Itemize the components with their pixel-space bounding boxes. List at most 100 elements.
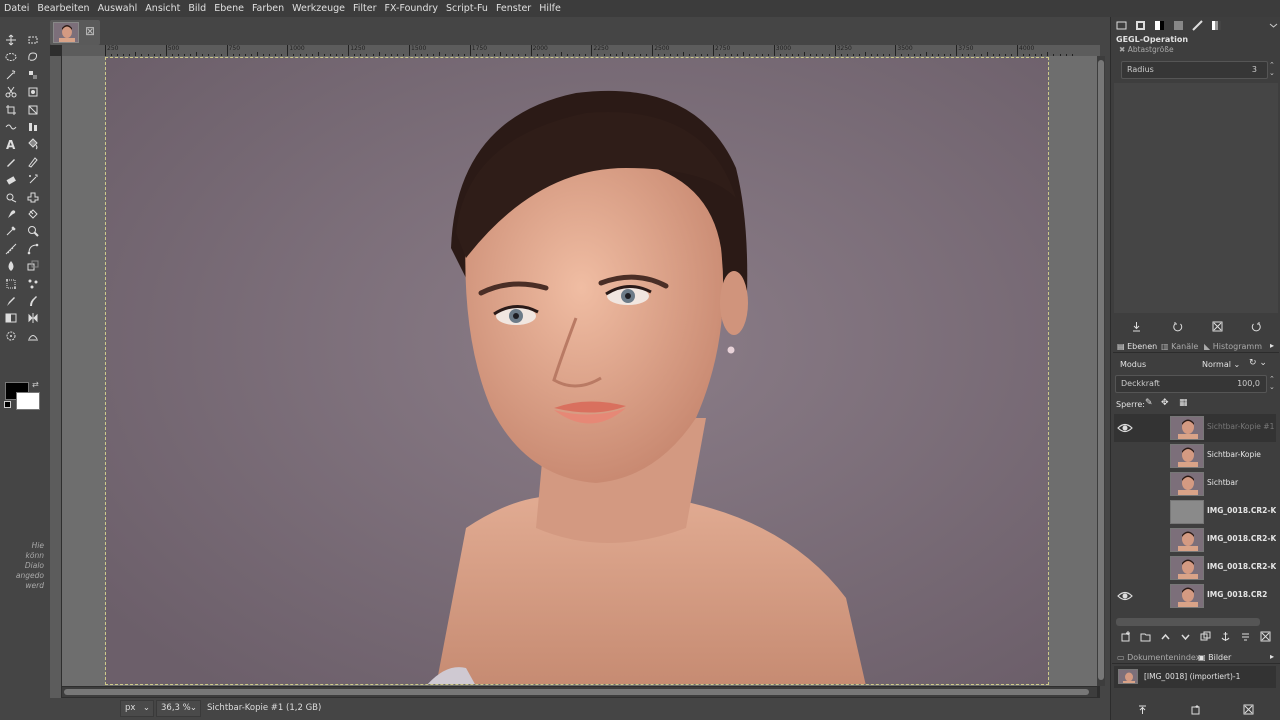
opacity-stepper[interactable]: ⌃ ⌄ <box>1269 375 1275 391</box>
visibility-toggle[interactable] <box>1117 476 1133 492</box>
foreground-select-tool-icon[interactable] <box>26 85 40 99</box>
menu-auswahl[interactable]: Auswahl <box>94 0 142 17</box>
swap-colors-icon[interactable]: ⇄ <box>32 380 39 389</box>
ellipse-select-tool-icon[interactable] <box>4 50 18 64</box>
eraser-tool-icon[interactable] <box>4 172 18 186</box>
seamless-clone-tool-icon[interactable] <box>26 329 40 343</box>
ink-tool-icon[interactable] <box>4 294 18 308</box>
close-tab-icon[interactable]: ⊠ <box>85 24 95 38</box>
menu-fx-foundry[interactable]: FX-Foundry <box>381 0 442 17</box>
free-select-tool-icon[interactable] <box>26 50 40 64</box>
chain-toggle[interactable] <box>1141 504 1157 520</box>
merge-layer-icon[interactable] <box>1237 629 1253 643</box>
visibility-toggle[interactable] <box>1117 560 1133 576</box>
image-tab[interactable]: ⊠ <box>50 20 100 45</box>
reset-options-icon[interactable] <box>1248 319 1264 333</box>
menu-fenster[interactable]: Fenster <box>492 0 535 17</box>
lock-position-icon[interactable]: ✥ <box>1161 398 1169 408</box>
menu-werkzeuge[interactable]: Werkzeuge <box>288 0 349 17</box>
delete-options-icon[interactable] <box>1209 319 1225 333</box>
zoom-tool-icon[interactable] <box>26 224 40 238</box>
unified-transform-tool-icon[interactable] <box>26 103 40 117</box>
new-layer-group-icon[interactable] <box>1137 629 1153 643</box>
layer-row[interactable]: Sichtbar-Kopie #1 <box>1114 414 1276 442</box>
select-by-color-tool-icon[interactable] <box>26 68 40 82</box>
fuzzy-select-tool-icon[interactable] <box>4 68 18 82</box>
menu-filter[interactable]: Filter <box>349 0 381 17</box>
delete-layer-icon[interactable] <box>1257 629 1273 643</box>
chain-toggle[interactable] <box>1141 560 1157 576</box>
visibility-toggle[interactable] <box>1117 448 1133 464</box>
gradient-tool-icon[interactable] <box>4 311 18 325</box>
tab-layers[interactable]: ▤ Ebenen <box>1117 342 1157 351</box>
chain-toggle[interactable] <box>1141 420 1157 436</box>
move-tool-icon[interactable] <box>4 33 18 47</box>
menu-bearbeiten[interactable]: Bearbeiten <box>33 0 93 17</box>
text-tool-icon[interactable]: A <box>4 137 18 151</box>
dodge-tool-icon[interactable] <box>26 207 40 221</box>
menu-ansicht[interactable]: Ansicht <box>141 0 184 17</box>
blur-tool-icon[interactable] <box>4 259 18 273</box>
zoom-selector[interactable]: 36,3 % ⌄ <box>156 700 201 717</box>
layer-row[interactable]: Sichtbar-Kopie <box>1114 442 1276 470</box>
n-point-deformation-tool-icon[interactable] <box>4 329 18 343</box>
device-status-tab-icon[interactable] <box>1133 19 1148 32</box>
duplicate-layer-icon[interactable] <box>1197 629 1213 643</box>
handle-transform-tool-icon[interactable] <box>26 277 40 291</box>
close-icon[interactable]: ✖ <box>1119 45 1125 54</box>
undo-history-tab-icon[interactable] <box>1152 19 1167 32</box>
myPaint-brush-tool-icon[interactable] <box>26 294 40 308</box>
save-options-icon[interactable] <box>1128 319 1144 333</box>
chain-toggle[interactable] <box>1141 476 1157 492</box>
scissors-tool-icon[interactable] <box>4 85 18 99</box>
perspective-clone-tool-icon[interactable] <box>26 259 40 273</box>
rect-select-tool-icon[interactable] <box>26 33 40 47</box>
paths-tool-icon[interactable] <box>26 242 40 256</box>
heal-tool-icon[interactable] <box>26 190 40 204</box>
eye-icon[interactable] <box>1117 420 1133 436</box>
restore-options-icon[interactable] <box>1169 319 1185 333</box>
lock-alpha-icon[interactable]: ▦ <box>1179 398 1188 408</box>
layer-row[interactable]: IMG_0018.CR2-Kopie <box>1114 554 1276 582</box>
unit-selector[interactable]: px ⌄ <box>120 700 154 717</box>
layer-row[interactable]: IMG_0018.CR2-Kopie <box>1114 526 1276 554</box>
tool-options-tab-icon[interactable] <box>1114 19 1129 32</box>
bucket-fill-tool-icon[interactable] <box>26 137 40 151</box>
airbrush-tool-icon[interactable] <box>26 172 40 186</box>
cage-tool-icon[interactable] <box>4 277 18 291</box>
layers-scrollbar[interactable] <box>1116 618 1260 626</box>
align-tool-icon[interactable] <box>26 120 40 134</box>
radius-stepper[interactable]: ⌃ ⌄ <box>1269 61 1275 77</box>
flip-tool-icon[interactable] <box>26 311 40 325</box>
tab-channels[interactable]: ▥ Kanäle <box>1161 342 1198 351</box>
menu-script-fu[interactable]: Script-Fu <box>442 0 492 17</box>
new-layer-icon[interactable] <box>1117 629 1133 643</box>
layer-row[interactable]: IMG_0018.CR2 <box>1114 582 1276 610</box>
chain-toggle[interactable] <box>1141 588 1157 604</box>
lock-pixels-icon[interactable]: ✎ <box>1145 398 1153 408</box>
vertical-scrollbar[interactable] <box>1097 56 1105 686</box>
image-list-item[interactable]: [IMG_0018] (importiert)-1 <box>1114 666 1276 688</box>
visibility-toggle[interactable] <box>1117 532 1133 548</box>
menu-farben[interactable]: Farben <box>248 0 288 17</box>
tab-histogram[interactable]: ◣ Histogramm <box>1204 342 1262 351</box>
panel-menu-icon[interactable]: ▸ <box>1270 341 1274 350</box>
patterns-tab-icon[interactable] <box>1190 19 1205 32</box>
menu-datei[interactable]: Datei <box>0 0 33 17</box>
tab-document-index[interactable]: ▭ Dokumentenindex <box>1117 653 1200 662</box>
canvas-image[interactable] <box>105 57 1049 685</box>
crop-tool-icon[interactable] <box>4 103 18 117</box>
paintbrush-tool-icon[interactable] <box>4 155 18 169</box>
visibility-toggle[interactable] <box>1117 504 1133 520</box>
new-display-icon[interactable] <box>1187 702 1203 716</box>
lower-layer-icon[interactable] <box>1177 629 1193 643</box>
delete-image-icon[interactable] <box>1240 702 1256 716</box>
tab-images[interactable]: ▣ Bilder <box>1198 653 1231 662</box>
gradients-tab-icon[interactable] <box>1209 19 1224 32</box>
menu-ebene[interactable]: Ebene <box>210 0 248 17</box>
raise-image-icon[interactable] <box>1134 702 1150 716</box>
raise-layer-icon[interactable] <box>1157 629 1173 643</box>
warp-transform-tool-icon[interactable] <box>4 120 18 134</box>
panel-menu-icon[interactable] <box>1266 19 1280 32</box>
measure-tool-icon[interactable] <box>4 242 18 256</box>
